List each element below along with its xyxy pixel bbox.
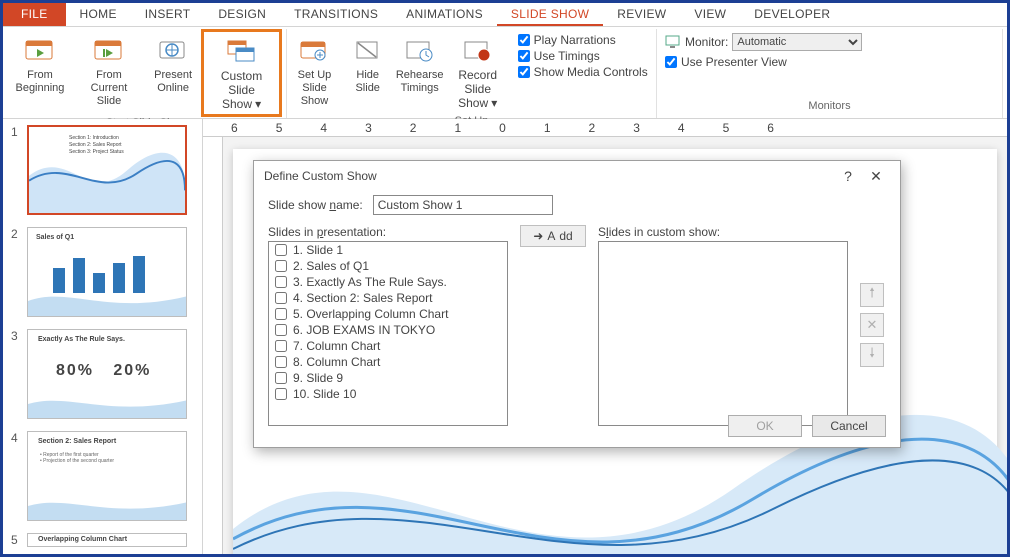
setup-show-label: Set Up Slide Show — [295, 69, 333, 108]
monitor-icon — [665, 35, 681, 49]
from-beginning-label: From Beginning — [15, 69, 64, 95]
setup-slideshow-button[interactable]: Set Up Slide Show — [291, 31, 337, 113]
play-from-start-icon — [24, 35, 56, 67]
list-item[interactable]: 1. Slide 1 — [269, 242, 507, 258]
slides-in-presentation-label: Slides in presentation: — [268, 225, 508, 239]
hide-slide-button[interactable]: Hide Slide — [346, 31, 390, 113]
list-item[interactable]: 10. Slide 10 — [269, 386, 507, 402]
rehearse-label: Rehearse Timings — [396, 69, 444, 95]
slide-thumbnail-4[interactable]: Section 2: Sales Report • Report of the … — [27, 431, 187, 521]
thumb-number: 1 — [11, 125, 21, 215]
dropdown-caret-icon: ▾ — [491, 96, 497, 110]
record-icon — [462, 35, 494, 67]
hide-slide-icon — [352, 35, 384, 67]
slides-in-presentation-list[interactable]: 1. Slide 1 2. Sales of Q1 3. Exactly As … — [268, 241, 508, 426]
tab-home[interactable]: HOME — [66, 3, 131, 26]
slide-thumbnail-5[interactable]: Overlapping Column Chart — [27, 533, 187, 547]
list-item[interactable]: 3. Exactly As The Rule Says. — [269, 274, 507, 290]
tab-view[interactable]: VIEW — [680, 3, 740, 26]
list-item[interactable]: 7. Column Chart — [269, 338, 507, 354]
hide-slide-label: Hide Slide — [355, 69, 379, 95]
thumb-title: Exactly As The Rule Says. — [38, 336, 125, 343]
list-item[interactable]: 9. Slide 9 — [269, 370, 507, 386]
thumb-number: 4 — [11, 431, 21, 521]
vertical-ruler — [203, 137, 223, 554]
thumb-title: Section 2: Sales Report — [38, 438, 116, 445]
rehearse-timings-button[interactable]: Rehearse Timings — [398, 31, 442, 113]
move-up-button: 🠕 — [860, 283, 884, 307]
group-label-monitors: Monitors — [665, 98, 994, 114]
tab-slideshow[interactable]: SLIDE SHOW — [497, 3, 603, 26]
list-item[interactable]: 8. Column Chart — [269, 354, 507, 370]
tab-animations[interactable]: ANIMATIONS — [392, 3, 497, 26]
custom-slideshow-button[interactable]: Custom Slide Show ▾ — [201, 29, 282, 117]
slides-in-custom-show-label: Slides in custom show: — [598, 225, 848, 239]
list-item[interactable]: 6. JOB EXAMS IN TOKYO — [269, 322, 507, 338]
define-custom-show-dialog: Define Custom Show ? ✕ Slide show name: … — [253, 160, 901, 448]
use-timings-checkbox[interactable]: Use Timings — [518, 49, 648, 63]
record-label: Record Slide Show ▾ — [454, 69, 502, 111]
show-media-checkbox[interactable]: Show Media Controls — [518, 65, 648, 79]
dialog-close-button[interactable]: ✕ — [862, 168, 890, 185]
slide-thumbnail-3[interactable]: Exactly As The Rule Says. 80% 20% — [27, 329, 187, 419]
from-beginning-button[interactable]: From Beginning — [13, 31, 67, 115]
slide-thumbnail-2[interactable]: Sales of Q1 — [27, 227, 187, 317]
slides-in-custom-show-list[interactable] — [598, 241, 848, 426]
slide-thumbnails-panel[interactable]: 1 Section 1: Introduction Section 2: Sal… — [3, 119, 203, 554]
monitor-label: Monitor: — [685, 35, 728, 49]
present-online-label: Present Online — [154, 69, 192, 95]
list-item[interactable]: 2. Sales of Q1 — [269, 258, 507, 274]
custom-show-icon — [226, 36, 258, 68]
tab-review[interactable]: REVIEW — [603, 3, 680, 26]
custom-show-label: Custom Slide Show ▾ — [208, 70, 275, 112]
slideshow-name-label: Slide show name: — [268, 198, 363, 212]
thumb-content: 80% 20% — [56, 362, 151, 380]
thumb-title: Section 1: Introduction Section 2: Sales… — [69, 135, 124, 156]
setup-show-icon — [298, 35, 330, 67]
thumb-title: Sales of Q1 — [36, 234, 74, 241]
ribbon-tabs: FILE HOME INSERT DESIGN TRANSITIONS ANIM… — [3, 3, 1007, 27]
thumb-number: 5 — [11, 533, 21, 547]
tab-file[interactable]: FILE — [3, 3, 66, 26]
dialog-help-button[interactable]: ? — [834, 168, 862, 184]
add-button: ➜ Add — [520, 225, 586, 247]
list-item[interactable]: 4. Section 2: Sales Report — [269, 290, 507, 306]
rehearse-icon — [404, 35, 436, 67]
present-online-button[interactable]: Present Online — [151, 31, 195, 115]
thumb-number: 2 — [11, 227, 21, 317]
add-arrow-icon: ➜ — [533, 229, 543, 243]
tab-developer[interactable]: DEVELOPER — [740, 3, 844, 26]
slide-thumbnail-1[interactable]: Section 1: Introduction Section 2: Sales… — [27, 125, 187, 215]
move-down-button: 🠗 — [860, 343, 884, 367]
slideshow-name-input[interactable] — [373, 195, 553, 215]
tab-insert[interactable]: INSERT — [131, 3, 205, 26]
dialog-title: Define Custom Show — [264, 169, 377, 183]
ok-button: OK — [728, 415, 802, 437]
thumb-number: 3 — [11, 329, 21, 419]
tab-design[interactable]: DESIGN — [204, 3, 280, 26]
cancel-button[interactable]: Cancel — [812, 415, 886, 437]
tab-transitions[interactable]: TRANSITIONS — [280, 3, 392, 26]
play-narrations-checkbox[interactable]: Play Narrations — [518, 33, 648, 47]
horizontal-ruler: 6543210123456 — [203, 119, 1007, 137]
from-current-label: From Current Slide — [79, 69, 139, 108]
monitor-select[interactable]: Automatic — [732, 33, 862, 51]
record-slideshow-button[interactable]: Record Slide Show ▾ — [450, 31, 506, 113]
thumb-title: Overlapping Column Chart — [38, 536, 127, 543]
present-online-icon — [157, 35, 189, 67]
from-current-button[interactable]: From Current Slide — [75, 31, 143, 115]
play-from-current-icon — [93, 35, 125, 67]
remove-button: ✕ — [860, 313, 884, 337]
list-item[interactable]: 5. Overlapping Column Chart — [269, 306, 507, 322]
dropdown-caret-icon: ▾ — [255, 97, 261, 111]
ribbon: From Beginning From Current Slide Presen… — [3, 27, 1007, 119]
presenter-view-checkbox[interactable]: Use Presenter View — [665, 55, 994, 69]
